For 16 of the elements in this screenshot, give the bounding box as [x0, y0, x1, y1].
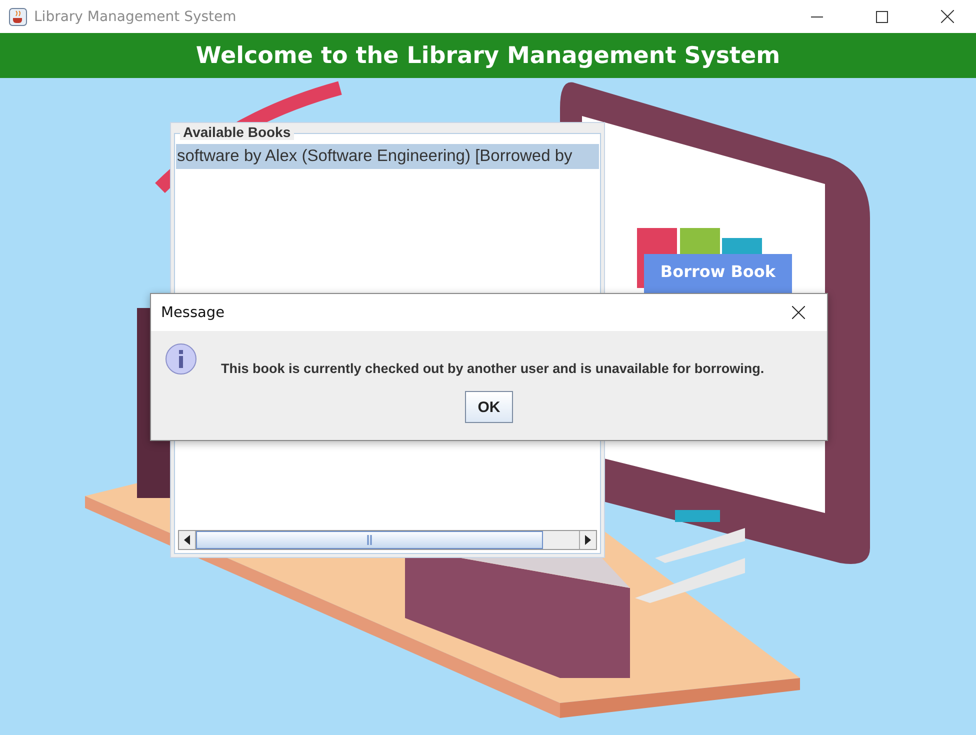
- right-arrow-icon: [585, 535, 591, 545]
- book-list-item[interactable]: software by Alex (Software Engineering) [Borrowed by: [176, 144, 599, 169]
- close-icon: [940, 10, 954, 23]
- close-icon: [792, 306, 804, 319]
- dialog-title: Message: [161, 304, 226, 320]
- dialog-message: This book is currently checked out by another user and is unavailable for borrowing.: [221, 360, 764, 376]
- scrollbar-thumb[interactable]: [196, 531, 543, 549]
- ok-button[interactable]: OK: [465, 391, 513, 423]
- window-title: Library Management System: [34, 8, 238, 24]
- panel-title: Available Books: [180, 124, 294, 140]
- info-icon: [165, 343, 199, 377]
- app-icon: [9, 8, 27, 26]
- left-arrow-icon: [184, 535, 190, 545]
- horizontal-scrollbar[interactable]: [178, 530, 597, 550]
- maximize-icon: [876, 10, 888, 22]
- header-title: Welcome to the Library Management System: [196, 42, 780, 68]
